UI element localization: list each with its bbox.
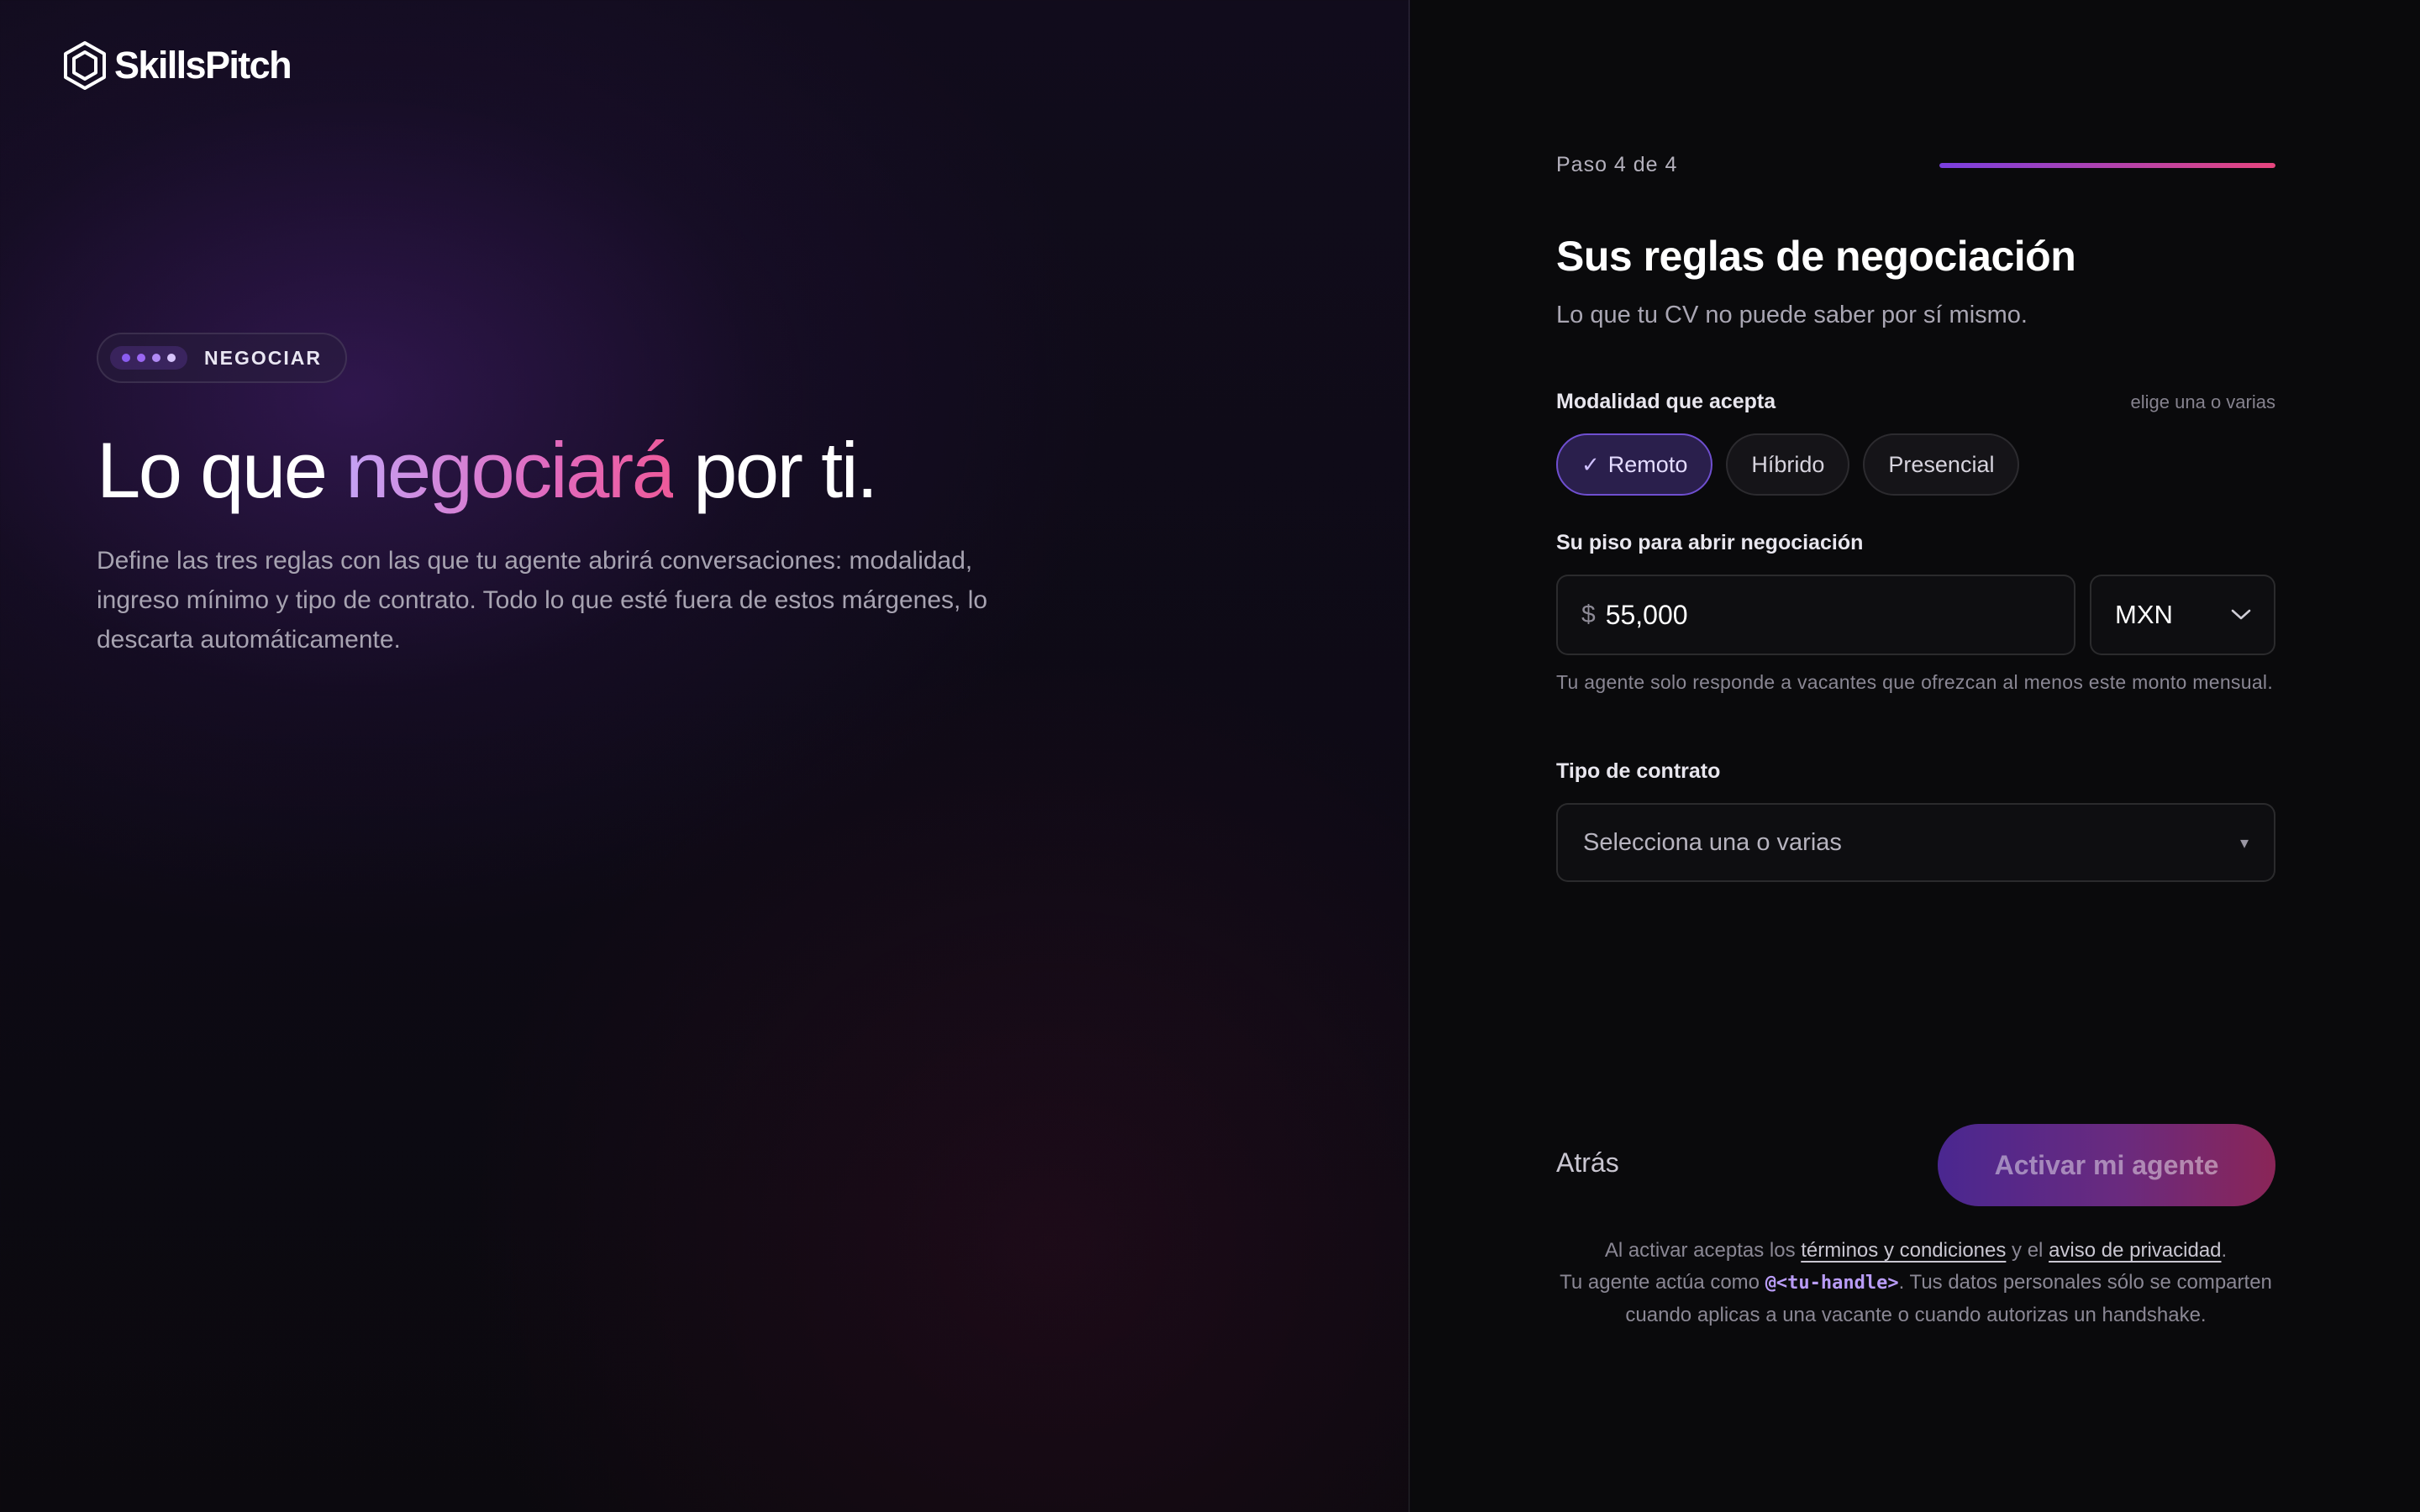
modality-chip-onsite[interactable]: Presencial — [1863, 433, 2020, 496]
currency-value: MXN — [2115, 600, 2173, 629]
contract-placeholder: Selecciona una o varias — [1583, 828, 1842, 856]
salary-help-text: Tu agente solo responde a vacantes que o… — [1556, 671, 2274, 693]
chip-label: Híbrido — [1751, 451, 1825, 477]
modality-label: Modalidad que acepta — [1556, 390, 1776, 413]
salary-label: Su piso para abrir negociación — [1556, 531, 1864, 554]
contract-type-select[interactable]: Selecciona una o varias ▾ — [1556, 803, 2275, 882]
privacy-link[interactable]: aviso de privacidad — [2049, 1239, 2221, 1262]
step-indicator: Paso 4 de 4 — [1556, 153, 1678, 176]
badge-label: NEGOCIAR — [204, 346, 322, 369]
check-icon: ✓ — [1581, 451, 1600, 477]
hero-panel — [0, 0, 1410, 1512]
form-title: Sus reglas de negociación — [1556, 233, 2076, 280]
badge-dot — [137, 354, 145, 362]
chip-label: Remoto — [1607, 451, 1688, 477]
brand-name: SkillsPitch — [114, 44, 292, 87]
legal-text-part: y el — [2006, 1239, 2049, 1262]
legal-text-part: Tu agente actúa como — [1560, 1271, 1765, 1294]
badge-dot — [122, 354, 130, 362]
legal-text: Al activar aceptas los términos y condic… — [1556, 1235, 2275, 1331]
salary-amount-value[interactable]: 55,000 — [1606, 600, 1688, 631]
hexagon-logo-icon — [64, 41, 106, 90]
hero-description: Define las tres reglas con las que tu ag… — [97, 547, 988, 654]
contract-label: Tipo de contrato — [1556, 759, 1721, 783]
badge-dot — [152, 354, 160, 362]
badge-dots — [110, 346, 187, 370]
brand-logo[interactable]: SkillsPitch — [62, 40, 292, 91]
hero-title-start: Lo que — [97, 426, 346, 514]
modality-options: ✓ Remoto Híbrido Presencial — [1556, 433, 2020, 496]
activate-agent-button[interactable]: Activar mi agente — [1938, 1124, 2275, 1206]
modality-chip-hybrid[interactable]: Híbrido — [1726, 433, 1850, 496]
chevron-down-icon — [2230, 608, 2252, 622]
legal-text-part: . — [2221, 1239, 2228, 1262]
form-subtitle: Lo que tu CV no puede saber por sí mismo… — [1556, 302, 2028, 328]
terms-link[interactable]: términos y condiciones — [1801, 1239, 2006, 1262]
currency-symbol: $ — [1581, 601, 1596, 628]
progress-bar — [1939, 163, 2275, 168]
progress-fill — [1939, 163, 2275, 168]
legal-text-part: Al activar aceptas los — [1604, 1239, 1802, 1262]
caret-down-icon: ▾ — [2239, 833, 2249, 853]
currency-select[interactable]: MXN — [2090, 575, 2275, 655]
section-badge: NEGOCIAR — [97, 333, 347, 383]
modality-hint: elige una o varias — [2130, 391, 2275, 412]
back-button[interactable]: Atrás — [1556, 1147, 1619, 1179]
hero-title-accent: negociará — [345, 426, 676, 514]
chip-label: Presencial — [1888, 451, 1995, 477]
badge-dot — [167, 354, 176, 362]
modality-chip-remote[interactable]: ✓ Remoto — [1556, 433, 1713, 496]
salary-amount-input[interactable]: $ 55,000 — [1556, 575, 2075, 655]
agent-handle: @<tu-handle> — [1765, 1273, 1899, 1294]
hero-title-end: por ti. — [673, 426, 878, 514]
hero-title: Lo que negociará por ti. — [97, 425, 878, 516]
